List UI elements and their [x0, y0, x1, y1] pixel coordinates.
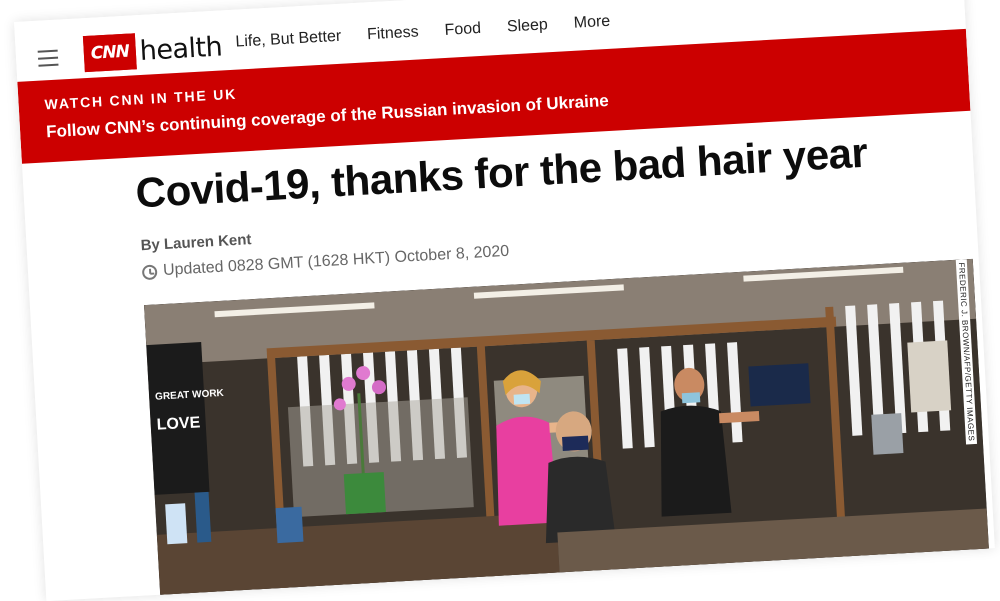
- barbershop-illustration: GREAT WORK LOVE: [144, 258, 990, 601]
- hero-photo: GREAT WORK LOVE FREDERIC J. BROWN/AFP/GE…: [144, 258, 990, 601]
- hamburger-icon[interactable]: [37, 49, 59, 67]
- nav-link-food[interactable]: Food: [444, 20, 481, 40]
- nav-link-life-but-better[interactable]: Life, But Better: [235, 28, 342, 52]
- clock-icon: [141, 263, 158, 280]
- cnn-logo-box: CNN: [82, 33, 137, 73]
- nav-link-more[interactable]: More: [573, 13, 610, 33]
- cnn-health-logo[interactable]: CNN health: [82, 28, 223, 73]
- health-wordmark: health: [138, 30, 223, 67]
- nav-link-sleep[interactable]: Sleep: [506, 16, 548, 36]
- banner-kicker: WATCH CNN IN THE UK: [44, 85, 238, 113]
- article-page: CNN health Life, But Better Fitness Food…: [14, 0, 995, 601]
- byline[interactable]: By Lauren Kent: [140, 231, 252, 254]
- nav-links: Life, But Better Fitness Food Sleep More: [235, 13, 611, 52]
- sign-text-2: LOVE: [156, 414, 201, 433]
- nav-link-fitness[interactable]: Fitness: [367, 23, 420, 44]
